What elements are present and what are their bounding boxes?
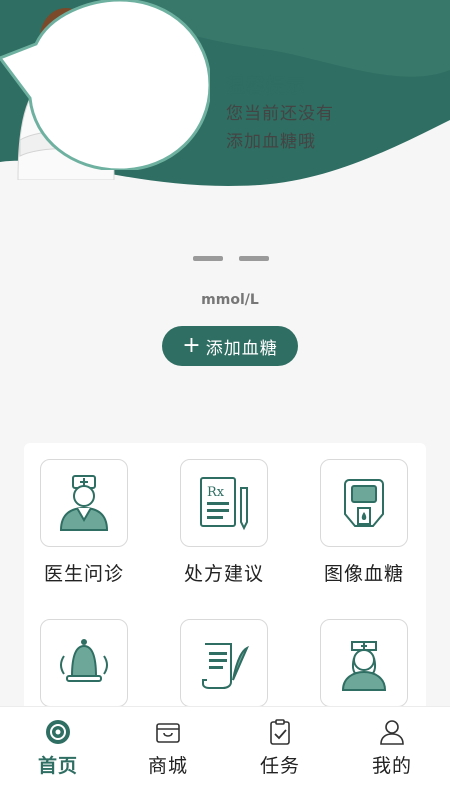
service-label-prescription: 处方建议 [183,563,264,585]
service-nurse[interactable] [320,619,408,707]
add-glucose-button[interactable]: + 添加血糖 [162,326,298,366]
bottom-tab-bar: 首页 商城 任务 我的 [0,706,450,801]
services-card: 医生问诊 Rx 处方建议 图像血糖 [24,443,426,743]
tip-message: 温馨提示 您当前还没有 添加血糖哦 [226,72,386,156]
tab-label-home: 首页 [37,755,78,777]
svg-text:Rx: Rx [207,485,225,500]
tab-label-profile: 我的 [371,755,412,777]
service-label-image-glucose: 图像血糖 [323,563,404,585]
service-doctor-consult[interactable] [40,459,128,547]
tab-label-tasks: 任务 [259,755,300,777]
glucose-value-placeholder [193,256,273,262]
plus-icon: + [182,333,202,358]
glucometer-icon [344,479,384,527]
scroll-quill-icon [202,643,250,689]
nurse-icon [341,641,387,691]
task-clipboard-icon [270,719,290,745]
add-glucose-label: 添加血糖 [205,338,278,359]
home-icon [46,720,70,744]
tip-title: 温馨提示 [226,75,307,97]
service-label-doctor: 医生问诊 [43,563,124,585]
service-image-glucose[interactable] [320,459,408,547]
tab-tasks[interactable]: 任务 [224,707,336,801]
profile-icon [380,720,404,745]
doctor-icon [59,475,109,531]
service-reminder[interactable] [40,619,128,707]
bell-icon [60,639,108,682]
tip-line-2: 添加血糖哦 [226,132,316,152]
service-prescription[interactable]: Rx [180,459,268,547]
tip-line-1: 您当前还没有 [226,104,334,124]
prescription-icon: Rx [200,477,248,531]
shop-icon [156,723,180,743]
glucose-unit: mmol/L [201,292,259,308]
tab-label-shop: 商城 [147,755,188,777]
tab-home[interactable]: 首页 [2,707,114,801]
speech-bubble [0,0,210,170]
tab-shop[interactable]: 商城 [112,707,224,801]
tab-profile[interactable]: 我的 [336,707,448,801]
service-records[interactable] [180,619,268,707]
